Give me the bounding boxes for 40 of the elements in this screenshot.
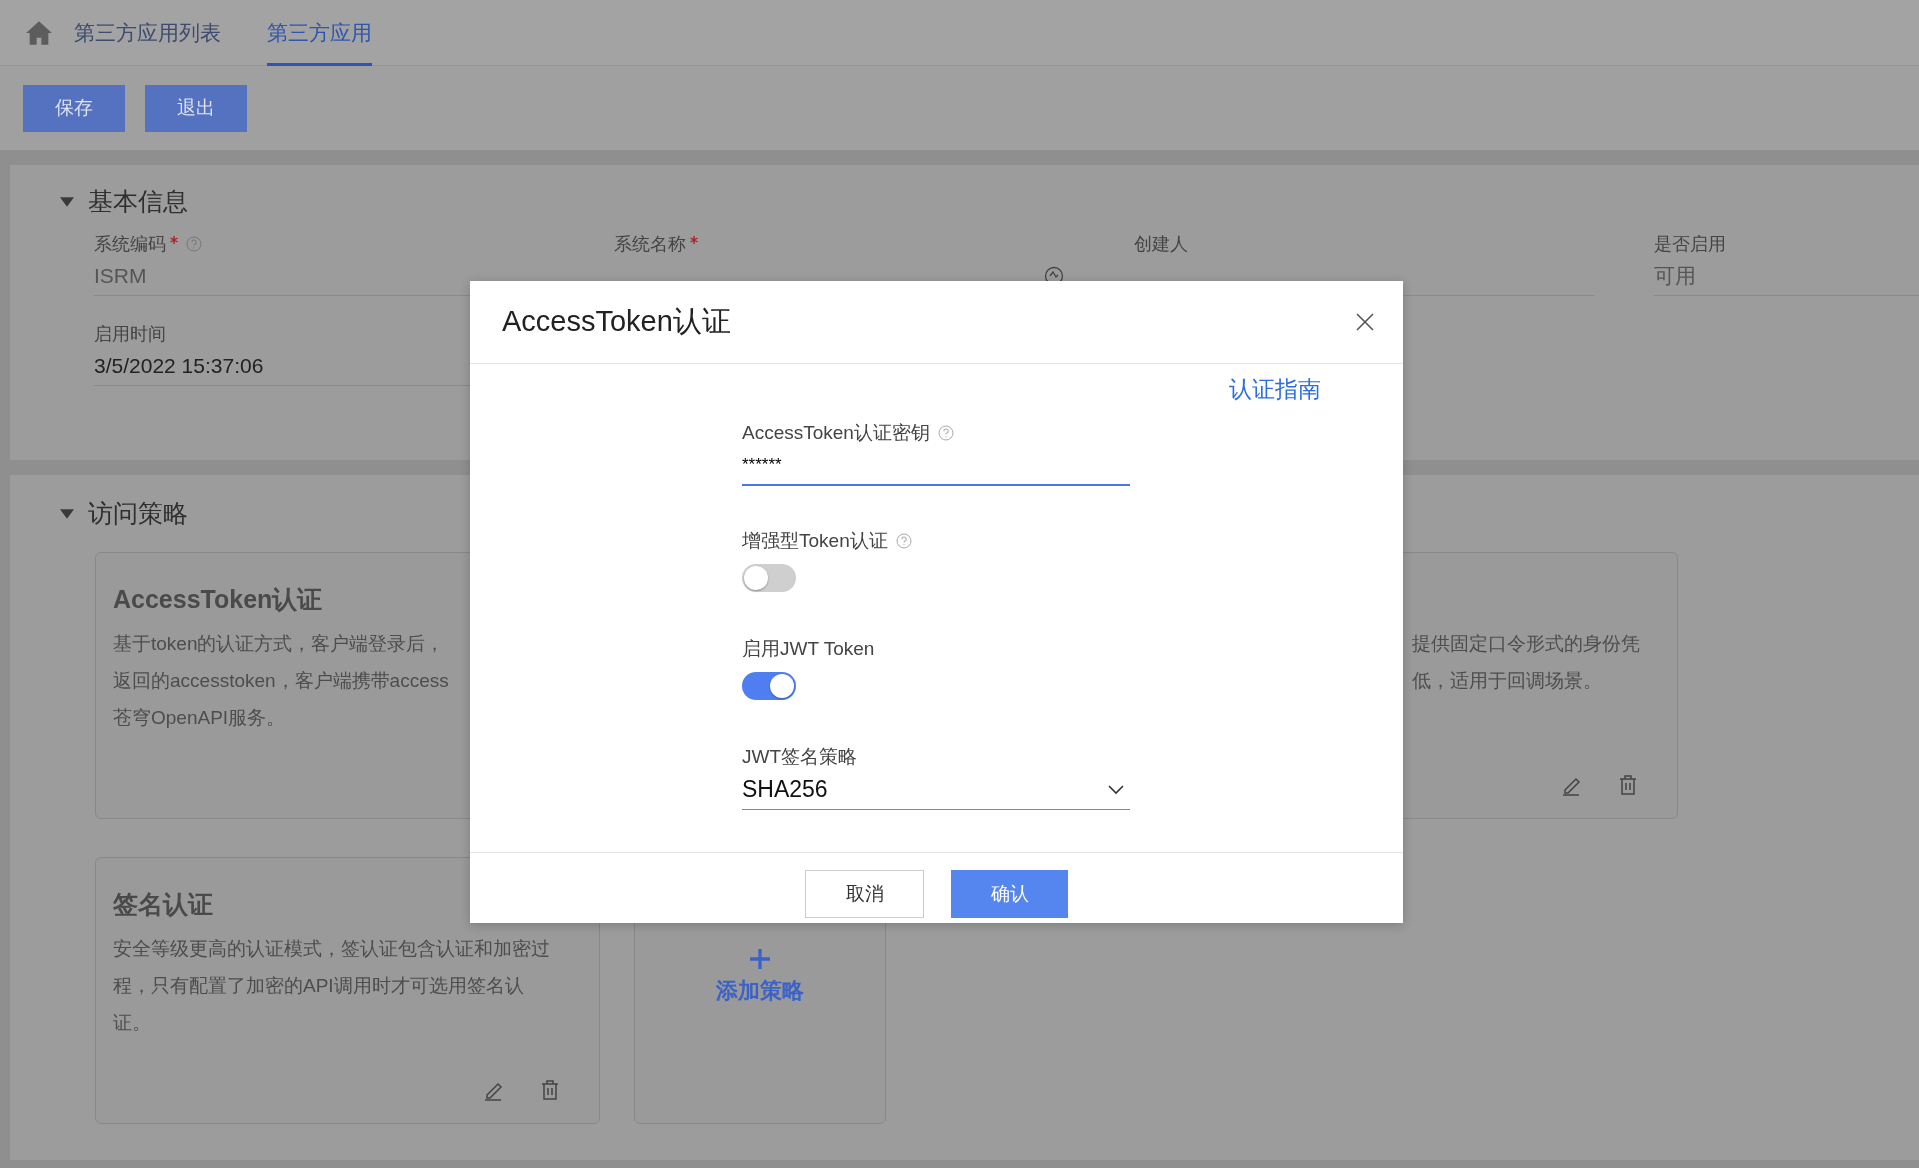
guide-link[interactable]: 认证指南 <box>1229 376 1321 402</box>
card-text: 程，只有配置了加密的API调用时才可选用签名认 <box>113 974 525 998</box>
card-text: 返回的accesstoken，客户端携带access <box>113 669 450 693</box>
field-label: JWT签名策略 <box>742 745 858 769</box>
password-field[interactable]: ****** <box>742 446 1130 486</box>
field-label: 增强型Token认证 <box>742 529 888 553</box>
card-title: AccessToken认证 <box>113 584 324 615</box>
field-label: 启用时间 <box>94 323 166 346</box>
field-label: AccessToken认证密钥 <box>742 421 930 445</box>
field-label: 是否启用 <box>1654 233 1726 256</box>
collapse-icon[interactable] <box>60 195 74 208</box>
field-label: 系统编码 <box>94 233 166 256</box>
tab[interactable]: 第三方应用列表 <box>74 0 221 66</box>
toolbar-button[interactable]: 退出 <box>145 84 247 132</box>
card-text: 基于token的认证方式，客户端登录后， <box>113 632 446 656</box>
plus-icon <box>749 948 771 970</box>
section-title: 基本信息 <box>88 186 188 217</box>
field-label: 启用JWT Token <box>742 637 875 661</box>
card-text: 证。 <box>113 1011 152 1035</box>
add-policy-label: 添加策略 <box>716 977 804 1005</box>
card-text: 提供固定口令形式的身份凭 <box>1412 632 1641 656</box>
trash-icon[interactable] <box>1617 774 1639 796</box>
toolbar-button[interactable]: 保存 <box>23 84 125 132</box>
card-text: 低，适用于回调场景。 <box>1412 669 1603 693</box>
toggle-switch[interactable] <box>742 564 796 592</box>
close-icon[interactable] <box>1355 312 1375 332</box>
card-text: 安全等级更高的认证模式，签认证包含认证和加密过 <box>113 937 551 961</box>
dialog-button[interactable]: 确认 <box>951 870 1068 918</box>
dialog-title: AccessToken认证 <box>502 304 731 339</box>
section-title: 访问策略 <box>88 498 188 529</box>
collapse-icon[interactable] <box>60 507 74 520</box>
field-label: 创建人 <box>1134 233 1188 256</box>
chevron-down-icon <box>1108 784 1124 795</box>
select-field[interactable]: SHA256 <box>742 770 1130 810</box>
trash-icon[interactable] <box>539 1079 561 1101</box>
card-title: 签名认证 <box>113 889 214 920</box>
dialog-button[interactable]: 取消 <box>805 870 924 918</box>
toggle-switch[interactable] <box>742 672 796 700</box>
field-label: 系统名称 <box>614 233 686 256</box>
card-text: 苍穹OpenAPI服务。 <box>113 706 287 730</box>
